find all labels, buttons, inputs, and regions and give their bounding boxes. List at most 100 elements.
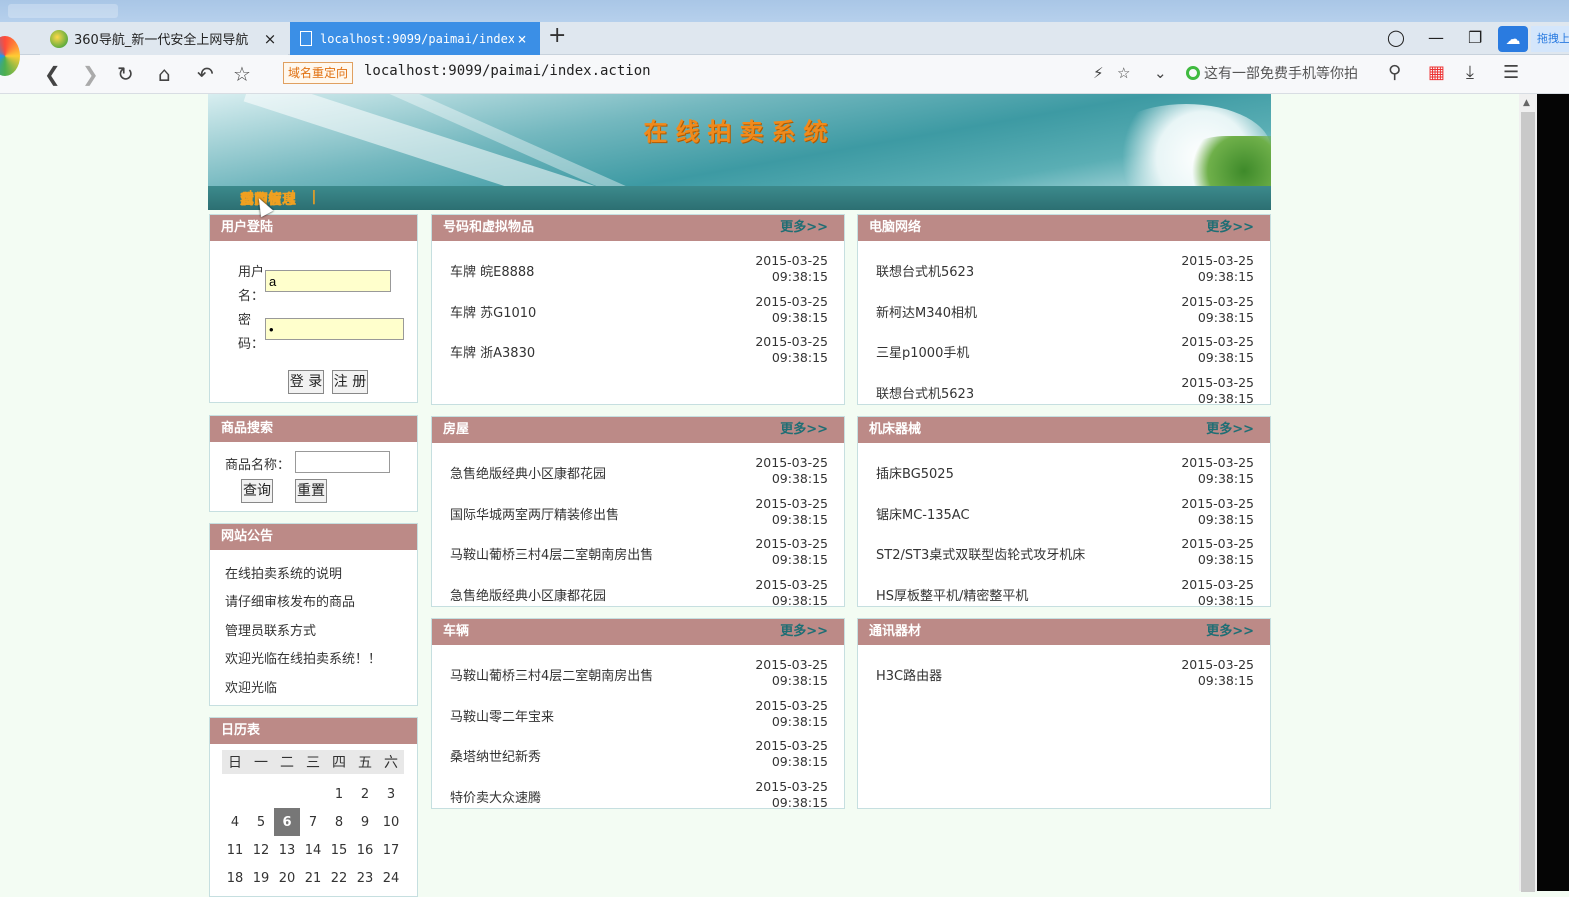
item-name[interactable]: 新柯达M340相机 [876, 302, 977, 321]
query-button[interactable]: 查询 [241, 479, 273, 503]
calendar-day[interactable]: 1 [326, 780, 352, 808]
menu-icon[interactable]: ☰ [1503, 62, 1519, 83]
list-item[interactable]: 车牌 皖E8888 2015-03-25 09:38:15 [432, 253, 844, 293]
tab-close-icon[interactable]: × [514, 30, 530, 48]
item-name[interactable]: 插床BG5025 [876, 463, 954, 482]
address-bar[interactable]: localhost:9099/paimai/index.action [364, 63, 651, 79]
list-item[interactable]: 桑塔纳世纪新秀 2015-03-25 09:38:15 [432, 738, 844, 778]
forward-icon[interactable]: ❯ [82, 62, 99, 86]
list-item[interactable]: 马鞍山葡桥三村4层二室朝南房出售 2015-03-25 09:38:15 [432, 536, 844, 576]
apps-grid-icon[interactable]: ▦ [1428, 62, 1445, 83]
list-item[interactable]: 国际华城两室两厅精装修出售 2015-03-25 09:38:15 [432, 496, 844, 536]
scroll-up-icon[interactable]: ▲ [1523, 98, 1530, 108]
star-icon[interactable]: ☆ [233, 62, 251, 86]
item-name[interactable]: 急售绝版经典小区康都花园 [450, 585, 606, 604]
chevron-down-icon[interactable]: ⌄ [1154, 64, 1167, 82]
item-name[interactable]: 车牌 苏G1010 [450, 302, 536, 321]
item-name[interactable]: 国际华城两室两厅精装修出售 [450, 504, 619, 523]
search-icon[interactable]: ⚲ [1388, 62, 1401, 83]
calendar-day[interactable]: 14 [300, 836, 326, 864]
calendar-day[interactable]: 8 [326, 808, 352, 836]
cloud-icon[interactable]: ☁ [1498, 26, 1528, 52]
calendar-day[interactable]: 19 [248, 864, 274, 892]
calendar-day[interactable]: 15 [326, 836, 352, 864]
item-name[interactable]: 特价卖大众速腾 [450, 787, 541, 806]
item-name[interactable]: 联想台式机5623 [876, 383, 974, 402]
list-item[interactable]: ST2/ST3桌式双联型齿轮式攻牙机床 2015-03-25 09:38:15 [858, 536, 1270, 576]
bookmark-star-icon[interactable]: ☆ [1117, 64, 1130, 82]
calendar-day[interactable]: 18 [222, 864, 248, 892]
more-link[interactable]: 更多>> [780, 417, 828, 443]
calendar-day[interactable]: 23 [352, 864, 378, 892]
list-item[interactable]: 插床BG5025 2015-03-25 09:38:15 [858, 455, 1270, 495]
home-icon[interactable]: ⌂ [158, 62, 171, 86]
item-name[interactable]: 桑塔纳世纪新秀 [450, 746, 541, 765]
item-name[interactable]: 锯床MC-135AC [876, 504, 970, 523]
item-name[interactable]: H3C路由器 [876, 665, 942, 684]
list-item[interactable]: 马鞍山葡桥三村4层二室朝南房出售 2015-03-25 09:38:15 [432, 657, 844, 697]
calendar-day[interactable]: 10 [378, 808, 404, 836]
tab-close-icon[interactable]: × [262, 30, 278, 48]
tab-360-nav[interactable]: 360导航_新一代安全上网导航 × [40, 22, 288, 55]
calendar-day[interactable]: 11 [222, 836, 248, 864]
calendar-day[interactable]: 2 [352, 780, 378, 808]
redirect-badge[interactable]: 域名重定向 [283, 62, 354, 84]
cloud-drag-label[interactable]: 拖拽上 [1531, 26, 1569, 52]
more-link[interactable]: 更多>> [780, 619, 828, 645]
password-input[interactable] [265, 318, 404, 340]
notice-item[interactable]: 请仔细审核发布的商品 [225, 591, 355, 610]
notice-item[interactable]: 欢迎光临在线拍卖系统！！ [225, 648, 381, 667]
more-link[interactable]: 更多>> [1206, 619, 1254, 645]
tab-paimai[interactable]: localhost:9099/paimai/index. × [290, 22, 540, 55]
notice-item[interactable]: 欢迎光临 [225, 677, 277, 696]
list-item[interactable]: 急售绝版经典小区康都花园 2015-03-25 09:38:15 [432, 455, 844, 495]
calendar-day[interactable]: 17 [378, 836, 404, 864]
list-item[interactable]: 急售绝版经典小区康都花园 2015-03-25 09:38:15 [432, 577, 844, 617]
back-icon[interactable]: ❮ [44, 62, 61, 86]
minimize-icon[interactable]: — [1428, 28, 1444, 47]
username-input[interactable] [265, 270, 391, 292]
calendar-day[interactable]: 13 [274, 836, 300, 864]
item-name[interactable]: 联想台式机5623 [876, 261, 974, 280]
calendar-day[interactable]: 4 [222, 808, 248, 836]
calendar-day[interactable]: 20 [274, 864, 300, 892]
page-scrollbar[interactable]: ▲ [1519, 94, 1537, 892]
calendar-day[interactable]: 9 [352, 808, 378, 836]
calendar-day[interactable]: 7 [300, 808, 326, 836]
calendar-day[interactable]: 16 [352, 836, 378, 864]
shirt-skin-icon[interactable]: ◯ [1387, 28, 1405, 47]
list-item[interactable]: 联想台式机5623 2015-03-25 09:38:15 [858, 253, 1270, 293]
more-link[interactable]: 更多>> [1206, 417, 1254, 443]
reload-icon[interactable]: ↻ [117, 62, 134, 86]
item-name[interactable]: 三星p1000手机 [876, 342, 969, 361]
list-item[interactable]: 锯床MC-135AC 2015-03-25 09:38:15 [858, 496, 1270, 536]
item-name[interactable]: HS厚板整平机/精密整平机 [876, 585, 1028, 604]
list-item[interactable]: 新柯达M340相机 2015-03-25 09:38:15 [858, 294, 1270, 334]
list-item[interactable]: 特价卖大众速腾 2015-03-25 09:38:15 [432, 779, 844, 819]
list-item[interactable]: 三星p1000手机 2015-03-25 09:38:15 [858, 334, 1270, 374]
reset-button[interactable]: 重置 [295, 479, 327, 503]
calendar-day[interactable]: 21 [300, 864, 326, 892]
item-name[interactable]: 马鞍山葡桥三村4层二室朝南房出售 [450, 544, 653, 563]
item-name[interactable]: 马鞍山零二年宝来 [450, 706, 554, 725]
undo-icon[interactable]: ↶ [197, 62, 214, 86]
item-name[interactable]: 车牌 浙A3830 [450, 342, 535, 361]
download-icon[interactable]: ⤓ [1466, 62, 1474, 83]
restore-icon[interactable]: ❐ [1468, 28, 1482, 47]
search-box[interactable]: 这有一部免费手机等你拍 [1186, 63, 1406, 83]
calendar-day[interactable]: 6 [274, 808, 300, 836]
product-name-input[interactable] [295, 451, 390, 473]
list-item[interactable]: HS厚板整平机/精密整平机 2015-03-25 09:38:15 [858, 577, 1270, 617]
calendar-day[interactable]: 22 [326, 864, 352, 892]
list-item[interactable]: 车牌 苏G1010 2015-03-25 09:38:15 [432, 294, 844, 334]
calendar-day[interactable]: 5 [248, 808, 274, 836]
list-item[interactable]: 马鞍山零二年宝来 2015-03-25 09:38:15 [432, 698, 844, 738]
item-name[interactable]: 车牌 皖E8888 [450, 261, 534, 280]
login-button[interactable]: 登 录 [288, 370, 324, 394]
calendar-day[interactable]: 12 [248, 836, 274, 864]
new-tab-button[interactable]: + [548, 25, 566, 47]
item-name[interactable]: 马鞍山葡桥三村4层二室朝南房出售 [450, 665, 653, 684]
list-item[interactable]: H3C路由器 2015-03-25 09:38:15 [858, 657, 1270, 697]
calendar-day[interactable]: 24 [378, 864, 404, 892]
scroll-thumb[interactable] [1521, 112, 1535, 892]
